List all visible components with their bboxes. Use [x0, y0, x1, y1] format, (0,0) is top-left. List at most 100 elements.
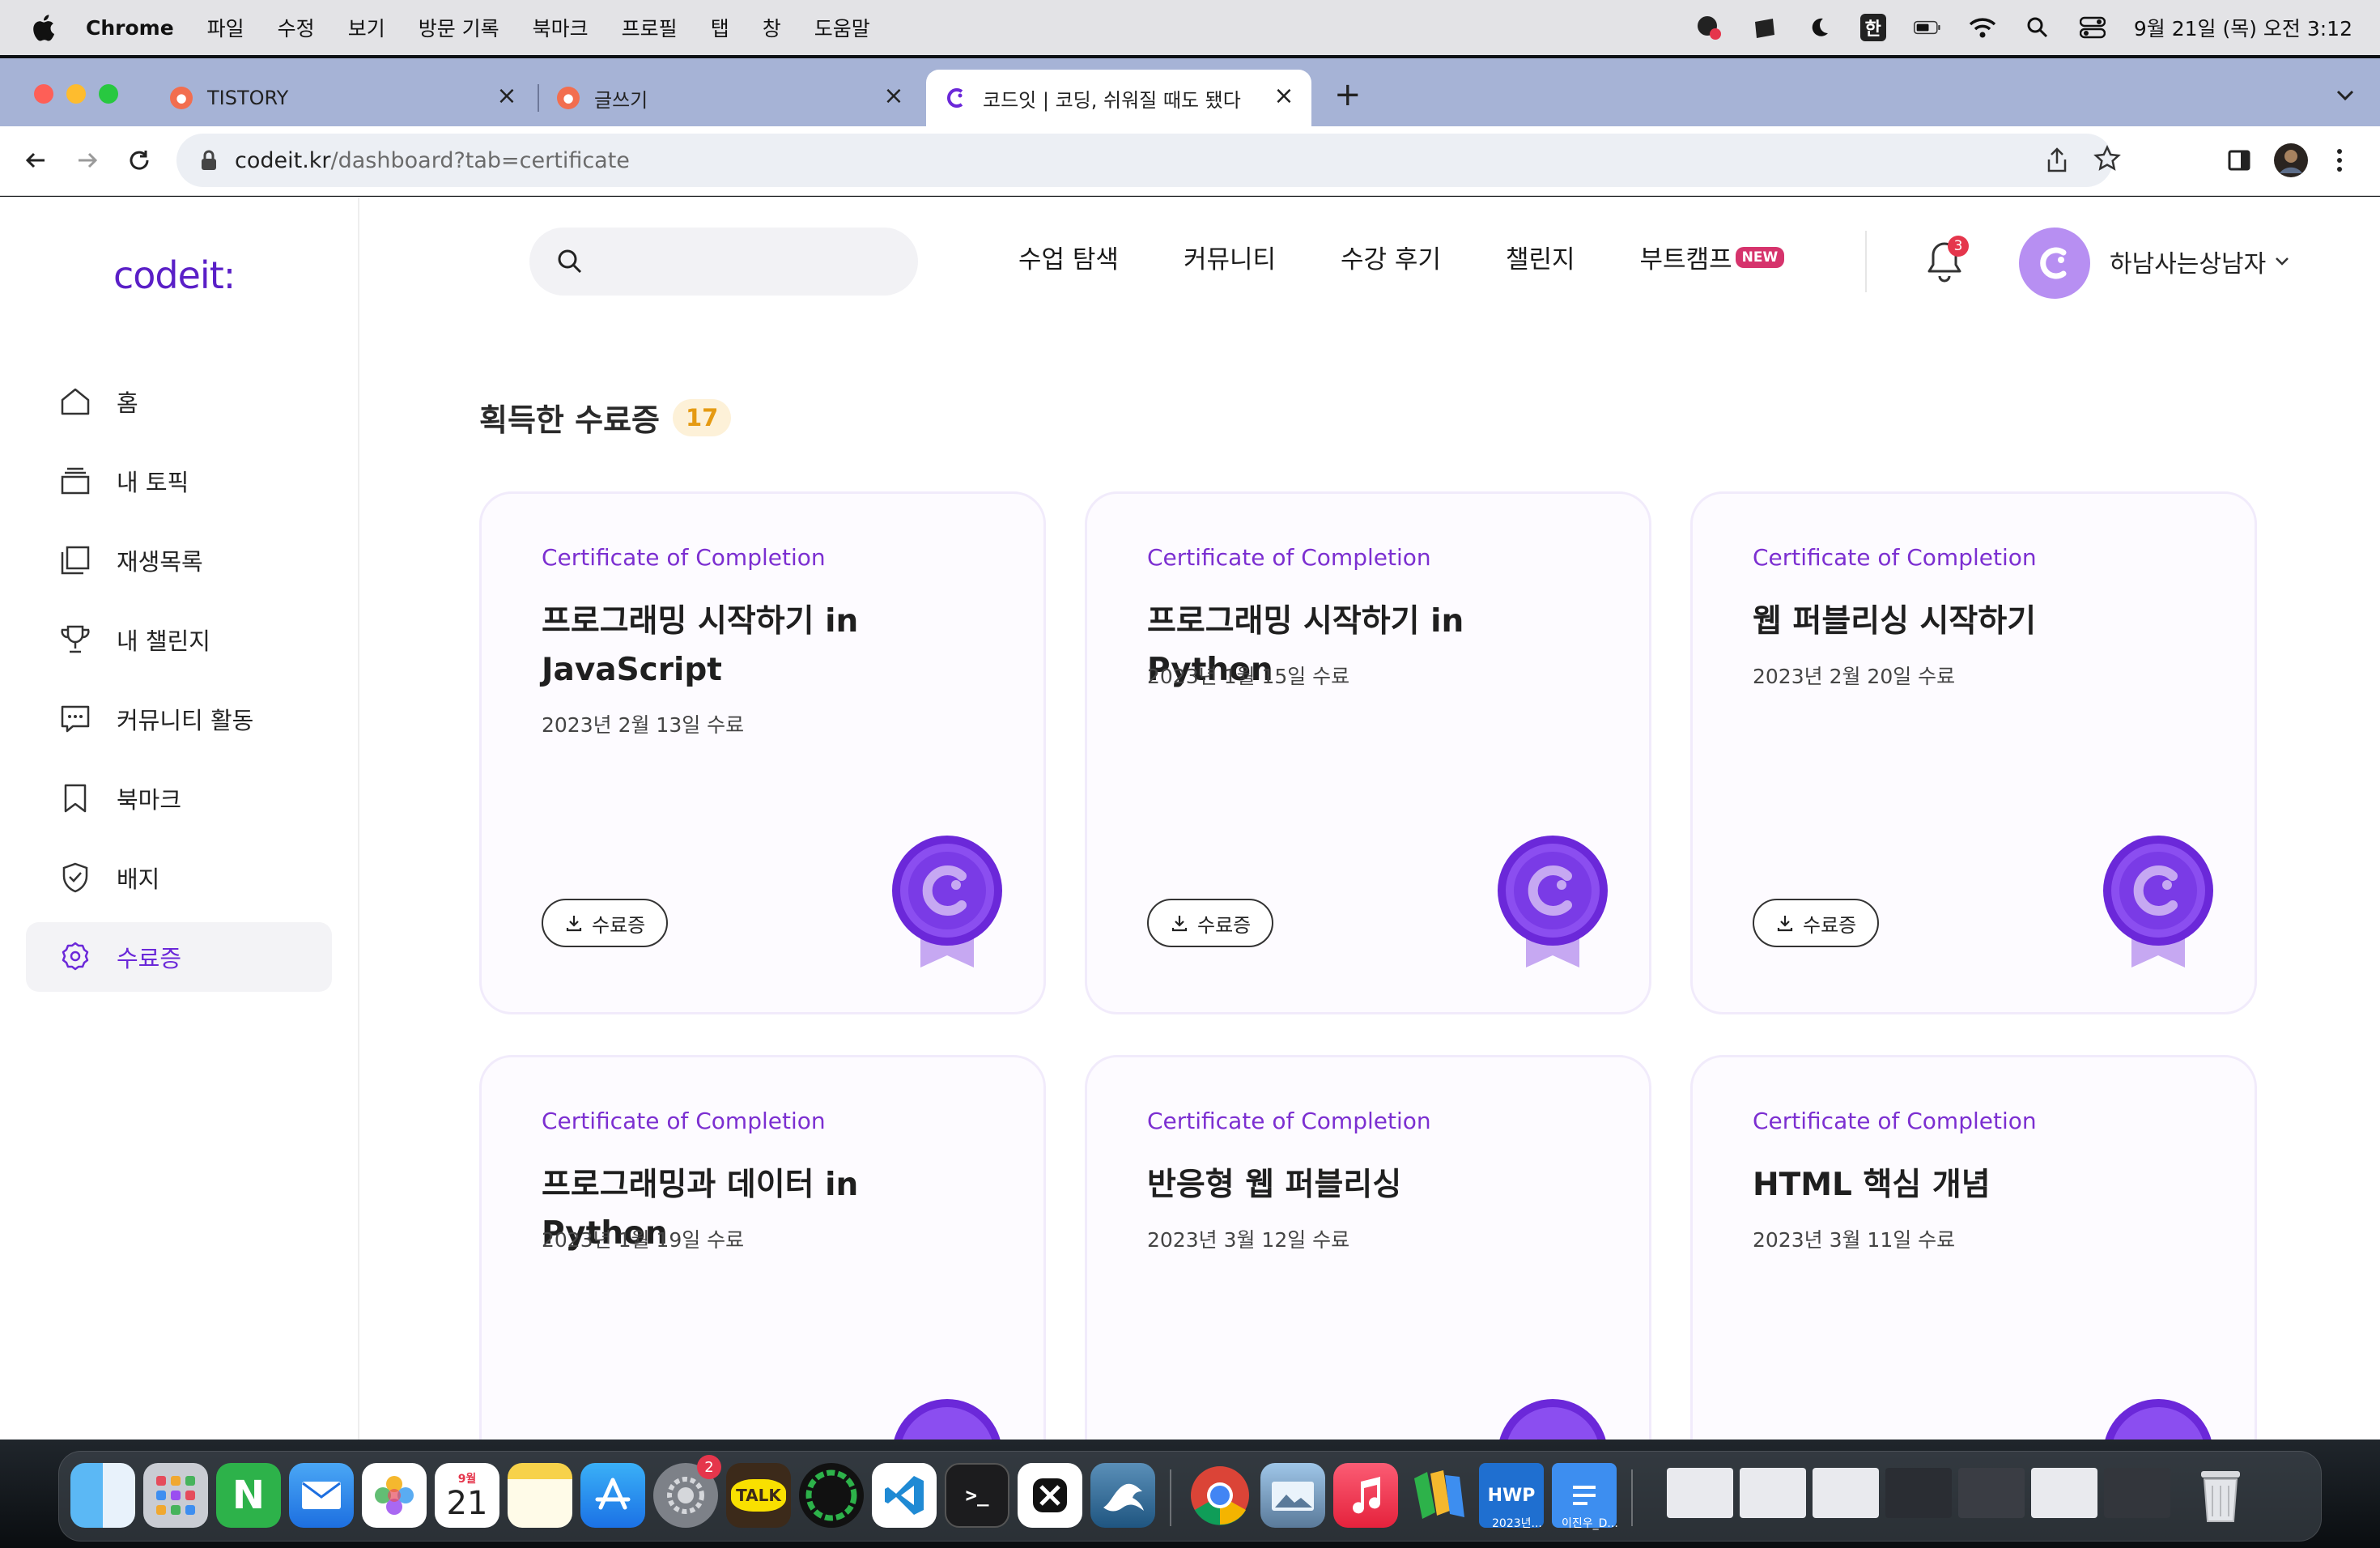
- certificate-card[interactable]: Certificate of Completion 프로그래밍 시작하기 in …: [1085, 491, 1651, 1014]
- share-icon[interactable]: [2045, 147, 2069, 174]
- menu-view[interactable]: 보기: [348, 13, 385, 42]
- minimized-window-thumbnail[interactable]: [2104, 1468, 2170, 1518]
- codeit-logo[interactable]: codeit:: [113, 253, 236, 297]
- certificate-card[interactable]: Certificate of Completion 웹 퍼블리싱 시작하기 20…: [1690, 491, 2257, 1014]
- notification-count-badge: 3: [1948, 236, 1969, 257]
- dock-separator: [1631, 1469, 1633, 1526]
- office-suite-icon[interactable]: [1406, 1463, 1471, 1528]
- activity-ring-icon[interactable]: [799, 1463, 864, 1528]
- finder-icon[interactable]: [70, 1463, 135, 1528]
- battery-icon[interactable]: [1913, 14, 1941, 41]
- calendar-day: 21: [446, 1485, 488, 1522]
- minimized-window-thumbnail[interactable]: [1667, 1468, 1733, 1518]
- terminal-icon[interactable]: >_: [945, 1463, 1009, 1528]
- download-certificate-button[interactable]: 수료증: [542, 899, 669, 947]
- sidebar-item-playlist[interactable]: 재생목록: [26, 525, 332, 595]
- chrome-icon[interactable]: [1188, 1463, 1252, 1528]
- control-center-icon[interactable]: [2079, 14, 2106, 41]
- preview-icon[interactable]: [1260, 1463, 1325, 1528]
- download-certificate-button[interactable]: 수료증: [1753, 899, 1880, 947]
- window-minimize-button[interactable]: [66, 84, 86, 104]
- address-bar[interactable]: codeit.kr/dashboard?tab=certificate: [176, 134, 2121, 187]
- minimized-window-thumbnail[interactable]: [2031, 1468, 2097, 1518]
- minimized-window-thumbnail[interactable]: [1740, 1468, 1806, 1518]
- input-source-badge[interactable]: 한: [1859, 14, 1886, 41]
- window-zoom-button[interactable]: [99, 84, 118, 104]
- url-text[interactable]: codeit.kr/dashboard?tab=certificate: [235, 148, 630, 173]
- tab-close-icon[interactable]: ×: [495, 84, 518, 108]
- lock-icon[interactable]: [199, 149, 219, 172]
- nav-challenge[interactable]: 챌린지: [1506, 239, 1575, 275]
- minimized-window-thumbnail[interactable]: [1885, 1468, 1952, 1518]
- certificate-card[interactable]: Certificate of Completion 프로그래밍 시작하기 in …: [479, 491, 1046, 1014]
- user-avatar[interactable]: [2019, 228, 2090, 299]
- moon-icon[interactable]: [1805, 14, 1833, 41]
- tab-write[interactable]: ● 글쓰기 ×: [541, 70, 921, 126]
- klack-icon[interactable]: [1750, 14, 1778, 41]
- certificate-card[interactable]: Certificate of Completion 프로그래밍과 데이터 in …: [479, 1055, 1046, 1440]
- sidebar-item-certificate[interactable]: 수료증: [26, 922, 332, 992]
- profile-avatar-button[interactable]: [2272, 141, 2310, 180]
- back-button[interactable]: [18, 142, 53, 178]
- sidebar-item-community-activity[interactable]: 커뮤니티 활동: [26, 684, 332, 754]
- browser-menu-button[interactable]: [2325, 141, 2354, 180]
- menu-help[interactable]: 도움말: [814, 13, 870, 42]
- launchpad-icon[interactable]: [143, 1463, 208, 1528]
- minimized-window-thumbnail[interactable]: [1813, 1468, 1879, 1518]
- tab-tistory[interactable]: ● TISTORY ×: [154, 70, 534, 126]
- certificate-date: 2023년 2월 13일 수료: [542, 713, 745, 737]
- menu-tab[interactable]: 탭: [711, 13, 729, 42]
- kakaotalk-icon[interactable]: TALK: [726, 1463, 791, 1528]
- download-certificate-button[interactable]: 수료증: [1147, 899, 1274, 947]
- minimized-window-thumbnail[interactable]: [1958, 1468, 2025, 1518]
- menu-app-name[interactable]: Chrome: [86, 16, 174, 40]
- nav-reviews[interactable]: 수강 후기: [1341, 239, 1441, 275]
- sidebar-item-bookmark[interactable]: 북마크: [26, 763, 332, 833]
- capcut-icon[interactable]: [1018, 1463, 1082, 1528]
- tab-search-chevron-icon[interactable]: [2333, 83, 2357, 107]
- nav-community[interactable]: 커뮤니티: [1184, 239, 1276, 275]
- tab-codeit[interactable]: 코드잇 | 코딩, 쉬워질 때도 됐다 ×: [926, 70, 1311, 126]
- menu-edit[interactable]: 수정: [278, 13, 315, 42]
- certificate-card[interactable]: Certificate of Completion HTML 핵심 개념 202…: [1690, 1055, 2257, 1440]
- reload-button[interactable]: [121, 142, 157, 178]
- menubar-clock[interactable]: 9월 21일 (목) 오전 3:12: [2134, 13, 2352, 42]
- forward-button[interactable]: [70, 142, 105, 178]
- sidebar-item-home[interactable]: 홈: [26, 367, 332, 436]
- naver-icon[interactable]: N: [216, 1463, 281, 1528]
- certificate-label: Certificate of Completion: [1147, 1108, 1431, 1134]
- window-close-button[interactable]: [34, 84, 53, 104]
- user-menu[interactable]: 하남사는상남자: [2110, 244, 2290, 279]
- trash-icon[interactable]: [2188, 1463, 2253, 1528]
- menu-file[interactable]: 파일: [207, 13, 244, 42]
- music-icon[interactable]: [1333, 1463, 1398, 1528]
- sidebar-item-my-challenge[interactable]: 내 챌린지: [26, 605, 332, 674]
- photos-icon[interactable]: [362, 1463, 427, 1528]
- bookmark-star-icon[interactable]: [2093, 145, 2121, 172]
- certificate-card[interactable]: Certificate of Completion 반응형 웹 퍼블리싱 202…: [1085, 1055, 1651, 1440]
- sidebar-item-my-topics[interactable]: 내 토픽: [26, 446, 332, 516]
- new-tab-button[interactable]: +: [1334, 79, 1362, 111]
- tab-close-icon[interactable]: ×: [882, 84, 905, 108]
- menu-bookmarks[interactable]: 북마크: [533, 13, 589, 42]
- menu-window[interactable]: 창: [763, 13, 781, 42]
- nav-explore-classes[interactable]: 수업 탐색: [1018, 239, 1119, 275]
- mail-icon[interactable]: [289, 1463, 354, 1528]
- nav-bootcamp[interactable]: 부트캠프 NEW: [1640, 239, 1785, 275]
- tab-close-icon[interactable]: ×: [1273, 84, 1295, 108]
- notes-icon[interactable]: [508, 1463, 572, 1528]
- mysql-workbench-icon[interactable]: [1090, 1463, 1155, 1528]
- calendar-icon[interactable]: 9월 21: [435, 1463, 499, 1528]
- spotlight-icon[interactable]: [2024, 14, 2051, 41]
- search-input[interactable]: [529, 228, 918, 296]
- download-icon: [566, 916, 582, 932]
- wifi-icon[interactable]: [1969, 14, 1996, 41]
- apple-icon[interactable]: [31, 14, 55, 41]
- side-panel-button[interactable]: [2220, 141, 2259, 180]
- menu-profiles[interactable]: 프로필: [622, 13, 678, 42]
- app-store-icon[interactable]: [580, 1463, 645, 1528]
- status-app-icon[interactable]: [1695, 14, 1723, 41]
- vscode-icon[interactable]: [872, 1463, 937, 1528]
- sidebar-item-badge[interactable]: 배지: [26, 843, 332, 912]
- menu-history[interactable]: 방문 기록: [419, 13, 499, 42]
